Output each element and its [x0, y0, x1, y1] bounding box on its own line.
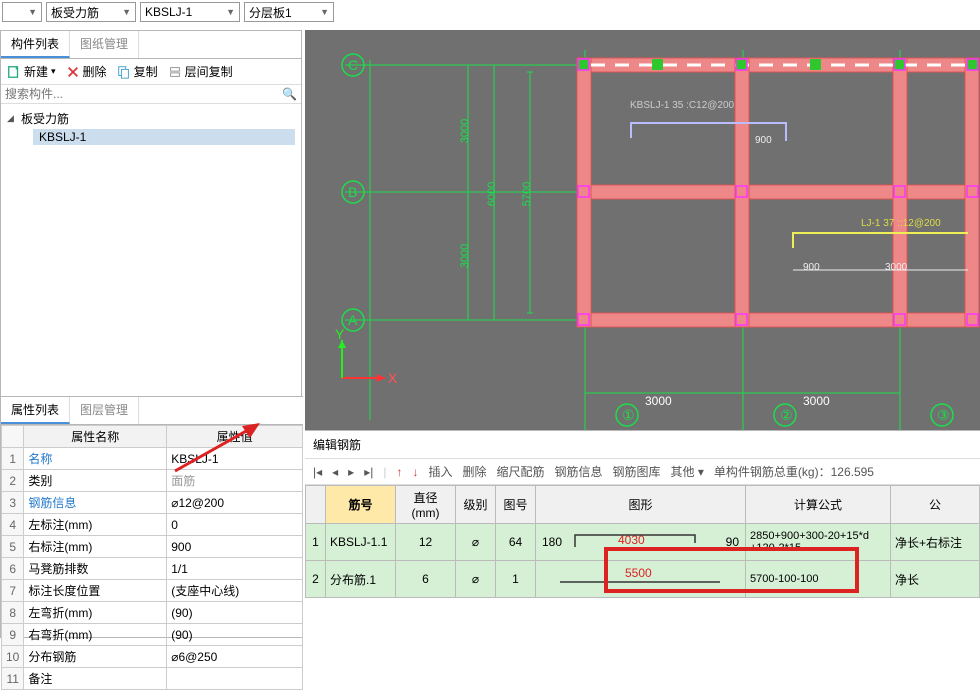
prop-row[interactable]: 2类别面筋 [2, 470, 303, 492]
scale-button[interactable]: 缩尺配筋 [497, 463, 545, 480]
new-icon [7, 65, 21, 79]
prop-row[interactable]: 6马凳筋排数1/1 [2, 558, 303, 580]
weight-label: 单构件钢筋总重(kg)：126.595 [714, 463, 874, 480]
tab-components[interactable]: 构件列表 [1, 31, 70, 58]
combo-2[interactable]: 板受力筋▼ [46, 2, 136, 22]
prop-row[interactable]: 10分布钢筋⌀6@250 [2, 646, 303, 668]
nav-next-icon[interactable]: ▸ [348, 465, 354, 479]
grid-label-1: ① [622, 407, 635, 424]
chevron-down-icon: ▼ [320, 7, 329, 17]
grid-label-3: ③ [937, 407, 950, 424]
chevron-down-icon: ▼ [226, 7, 235, 17]
prop-row[interactable]: 1名称KBSLJ-1 [2, 448, 303, 470]
prop-row[interactable]: 4左标注(mm)0 [2, 514, 303, 536]
nav-last-icon[interactable]: ▸| [364, 465, 373, 479]
collapse-icon: ◢ [7, 113, 17, 124]
floorcopy-icon [168, 65, 182, 79]
lib-button[interactable]: 钢筋图库 [613, 463, 661, 480]
copy-icon [117, 65, 131, 79]
combo-3[interactable]: KBSLJ-1▼ [140, 2, 240, 22]
properties-table: 属性名称 属性值 1名称KBSLJ-12类别面筋3钢筋信息⌀12@2004左标注… [1, 425, 303, 690]
tree-item-kbslj[interactable]: KBSLJ-1 [33, 129, 295, 145]
chevron-down-icon: ▼ [28, 7, 37, 17]
col-propname: 属性名称 [24, 426, 167, 448]
insert-button[interactable]: 插入 [428, 463, 452, 480]
left-tabs: 构件列表 图纸管理 [1, 31, 301, 59]
rebar-editor-panel: 编辑钢筋 |◂ ◂ ▸ ▸| | ↑ ↓ 插入 删除 缩尺配筋 钢筋信息 钢筋图… [305, 430, 980, 638]
tab-layers[interactable]: 图层管理 [70, 397, 139, 424]
axis-x-label: X [388, 370, 397, 386]
arrow-down-icon[interactable]: ↓ [412, 465, 418, 479]
nav-prev-icon[interactable]: ◂ [332, 465, 338, 479]
grid-label-b: B [348, 184, 357, 200]
col-propval: 属性值 [167, 426, 303, 448]
combo-4[interactable]: 分层板1▼ [244, 2, 334, 22]
rebar-table: 筋号 直径(mm) 级别 图号 图形 计算公式 公 1KBSLJ-1.112⌀6… [305, 485, 980, 598]
search-icon[interactable]: 🔍 [282, 87, 297, 101]
tab-drawings[interactable]: 图纸管理 [70, 31, 139, 58]
delete-icon [66, 65, 80, 79]
other-button[interactable]: 其他 ▾ [671, 463, 704, 480]
rebar-row[interactable]: 2分布筋.16⌀155005700-100-100净长 [306, 561, 980, 598]
grid-label-c: C [348, 57, 358, 73]
rebar-row[interactable]: 1KBSLJ-1.112⌀641804030902850+900+300-20+… [306, 524, 980, 561]
axis-y-label: Y [335, 326, 344, 342]
floorcopy-button[interactable]: 层间复制 [168, 63, 233, 80]
grid-label-a: A [348, 312, 357, 328]
delete-button[interactable]: 删除 [66, 63, 107, 80]
cad-canvas[interactable]: A B C ① ② ③ 3000 3000 6000 5700 3000 300… [305, 30, 980, 430]
prop-row[interactable]: 9右弯折(mm)(90) [2, 624, 303, 646]
tab-properties[interactable]: 属性列表 [1, 397, 70, 424]
prop-row[interactable]: 8左弯折(mm)(90) [2, 602, 303, 624]
new-button[interactable]: 新建▾ [7, 63, 56, 80]
col-jinhao[interactable]: 筋号 [326, 486, 396, 524]
info-button[interactable]: 钢筋信息 [555, 463, 603, 480]
tree-root[interactable]: ◢ 板受力筋 [7, 108, 295, 129]
delete-button[interactable]: 删除 [462, 463, 486, 480]
search-input[interactable] [5, 87, 282, 101]
copy-button[interactable]: 复制 [117, 63, 158, 80]
combo-1[interactable]: ▼ [2, 2, 42, 22]
grid-label-2: ② [780, 407, 793, 424]
prop-row[interactable]: 3钢筋信息⌀12@200 [2, 492, 303, 514]
panel-title: 编辑钢筋 [305, 431, 980, 458]
prop-row[interactable]: 5右标注(mm)900 [2, 536, 303, 558]
arrow-up-icon[interactable]: ↑ [396, 465, 402, 479]
chevron-down-icon: ▼ [122, 7, 131, 17]
prop-row[interactable]: 11备注 [2, 668, 303, 690]
prop-row[interactable]: 7标注长度位置(支座中心线) [2, 580, 303, 602]
nav-first-icon[interactable]: |◂ [313, 465, 322, 479]
